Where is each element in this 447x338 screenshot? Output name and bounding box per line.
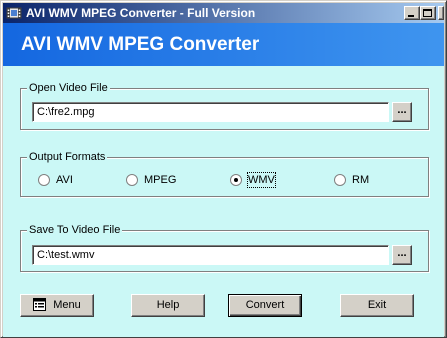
radio-circle-icon bbox=[334, 174, 346, 186]
main-panel: Open Video File C:\fre2.mpg ... Output F… bbox=[3, 66, 444, 337]
radio-selected-icon bbox=[230, 174, 242, 186]
open-video-field[interactable]: C:\fre2.mpg bbox=[32, 102, 389, 122]
radio-mpeg[interactable]: MPEG bbox=[126, 172, 196, 188]
menu-list-icon bbox=[33, 297, 47, 311]
menu-button-label: Menu bbox=[53, 299, 81, 311]
save-browse-button[interactable]: ... bbox=[392, 245, 412, 265]
film-icon[interactable] bbox=[6, 5, 22, 21]
help-button-label: Help bbox=[156, 299, 180, 311]
radio-wmv-label: WMV bbox=[247, 172, 276, 188]
save-video-label: Save To Video File bbox=[27, 223, 123, 237]
close-button[interactable] bbox=[438, 6, 444, 20]
app-banner: AVI WMV MPEG Converter bbox=[3, 23, 444, 66]
converter-window: AVI WMV MPEG Converter - Full Version AV… bbox=[0, 0, 447, 338]
convert-button-label: Convert bbox=[245, 299, 285, 311]
menu-button[interactable]: Menu bbox=[20, 294, 94, 317]
output-formats-group: Output Formats AVI MPEG WMV RM bbox=[20, 150, 429, 197]
minimize-button[interactable] bbox=[404, 6, 420, 20]
radio-circle-icon bbox=[126, 174, 138, 186]
output-formats-label: Output Formats bbox=[27, 150, 108, 164]
open-video-label: Open Video File bbox=[27, 81, 110, 95]
radio-wmv[interactable]: WMV bbox=[230, 172, 300, 188]
save-video-group: Save To Video File C:\test.wmv ... bbox=[20, 223, 429, 272]
window-title: AVI WMV MPEG Converter - Full Version bbox=[26, 6, 256, 20]
radio-rm-label: RM bbox=[352, 174, 370, 186]
radio-circle-icon bbox=[38, 174, 50, 186]
exit-button-label: Exit bbox=[367, 299, 387, 311]
maximize-button[interactable] bbox=[420, 6, 436, 20]
radio-avi-label: AVI bbox=[56, 174, 73, 186]
open-browse-button[interactable]: ... bbox=[392, 102, 412, 122]
exit-button[interactable]: Exit bbox=[340, 294, 414, 317]
banner-title: AVI WMV MPEG Converter bbox=[21, 34, 260, 55]
title-bar[interactable]: AVI WMV MPEG Converter - Full Version bbox=[3, 3, 444, 23]
open-video-group: Open Video File C:\fre2.mpg ... bbox=[20, 81, 429, 130]
radio-rm[interactable]: RM bbox=[334, 172, 384, 188]
radio-mpeg-label: MPEG bbox=[144, 174, 177, 186]
help-button[interactable]: Help bbox=[131, 294, 205, 317]
minimize-icon bbox=[408, 15, 414, 17]
maximize-icon bbox=[423, 9, 432, 17]
convert-button[interactable]: Convert bbox=[228, 294, 302, 317]
radio-avi[interactable]: AVI bbox=[38, 172, 98, 188]
save-video-field[interactable]: C:\test.wmv bbox=[32, 245, 389, 265]
